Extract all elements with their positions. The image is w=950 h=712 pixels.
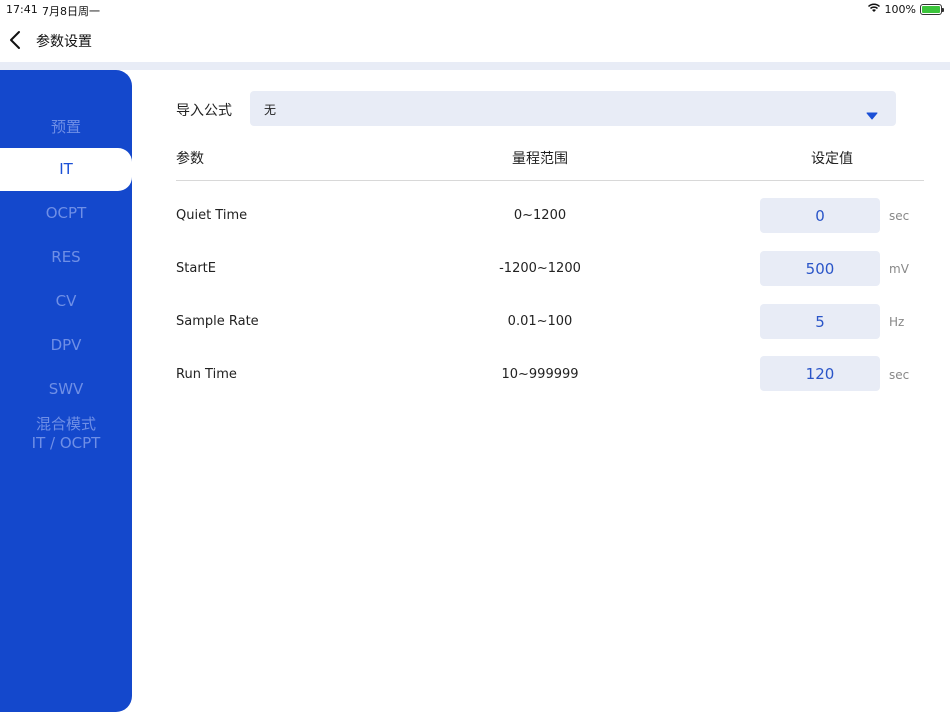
param-name: StartE: [176, 261, 216, 276]
param-value-input[interactable]: [760, 251, 880, 286]
param-range: -1200~1200: [499, 261, 581, 276]
status-right: 100%: [867, 2, 944, 16]
sidebar-item-mixed[interactable]: 混合模式 IT / OCPT: [0, 415, 132, 453]
param-unit: mV: [889, 262, 909, 276]
param-range: 0~1200: [513, 208, 567, 223]
page-title: 参数设置: [36, 34, 92, 50]
navigation-bar: 参数设置: [0, 20, 950, 62]
status-date: 7月8日周一: [42, 5, 100, 18]
sidebar-item-dpv[interactable]: DPV: [0, 336, 132, 354]
sidebar: 预置 IT OCPT RES CV DPV SWV 混合模式 IT / OCPT: [0, 70, 132, 712]
sidebar-item-mixed-sublabel: IT / OCPT: [31, 434, 101, 452]
param-unit: sec: [889, 368, 910, 382]
import-formula-label: 导入公式: [176, 103, 232, 119]
param-name: Run Time: [176, 367, 237, 382]
sidebar-item-mixed-label: 混合模式: [35, 415, 96, 433]
param-value-input[interactable]: [760, 198, 880, 233]
battery-percent: 100%: [884, 2, 916, 16]
param-value-input[interactable]: [760, 356, 880, 391]
header-range: 量程范围: [512, 151, 568, 167]
import-formula-value: 无: [264, 103, 277, 117]
param-value-input[interactable]: [760, 304, 880, 339]
nav-divider: [0, 62, 950, 70]
sidebar-item-res[interactable]: RES: [0, 248, 132, 266]
sidebar-item-cv[interactable]: CV: [0, 292, 132, 310]
header-value: 设定值: [811, 151, 853, 167]
param-range: 10~999999: [501, 367, 579, 382]
chevron-left-icon: [10, 31, 20, 49]
header-divider: [176, 180, 924, 181]
sidebar-item-ocpt[interactable]: OCPT: [0, 204, 132, 222]
import-formula-select[interactable]: 无: [250, 91, 896, 126]
param-name: Sample Rate: [176, 314, 259, 329]
battery-icon: [920, 3, 944, 15]
param-name: Quiet Time: [176, 208, 248, 223]
param-unit: sec: [889, 209, 910, 223]
sidebar-item-swv[interactable]: SWV: [0, 380, 132, 398]
param-range: 0.01~100: [507, 314, 573, 329]
sidebar-item-preset[interactable]: 预置: [0, 116, 132, 137]
wifi-icon: [867, 2, 881, 16]
param-unit: Hz: [889, 315, 905, 329]
status-time: 17:41: [6, 3, 38, 16]
back-button[interactable]: [6, 28, 28, 52]
caret-down-icon: [866, 105, 878, 124]
header-param: 参数: [176, 151, 204, 167]
status-bar: 17:41 7月8日周一 100%: [0, 0, 950, 20]
sidebar-item-it[interactable]: IT: [0, 148, 132, 191]
